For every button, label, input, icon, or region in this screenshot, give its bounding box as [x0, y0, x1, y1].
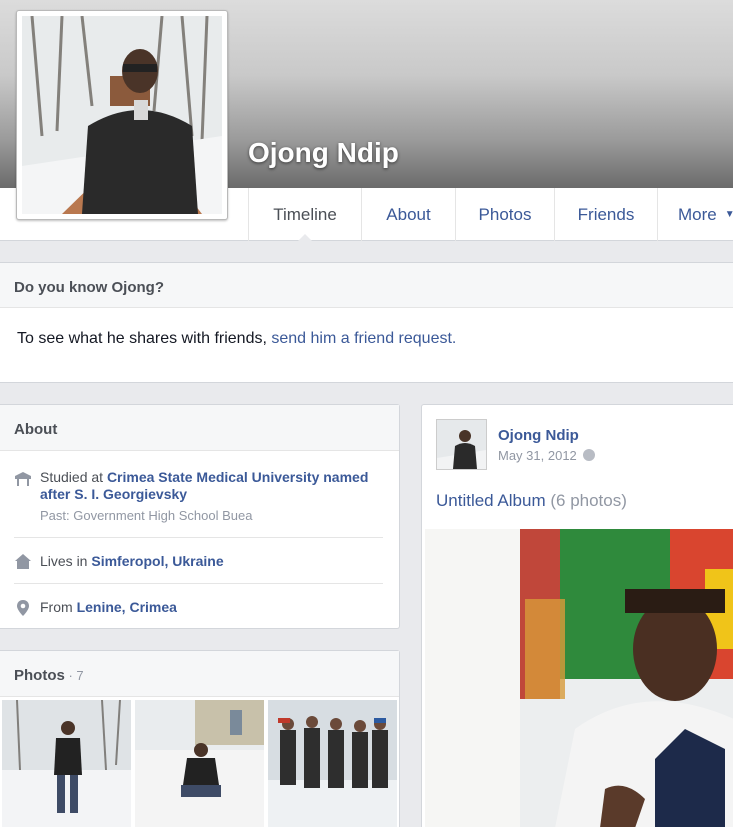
hometown-link[interactable]: Lenine, Crimea	[77, 599, 177, 615]
album-title-line: Untitled Album (6 photos)	[436, 491, 627, 511]
profile-picture-image	[22, 16, 222, 214]
photos-title: Photos	[14, 667, 65, 684]
about-education: Studied at Crimea State Medical Universi…	[14, 451, 383, 538]
photos-card: Photos · 7	[0, 650, 400, 827]
friend-request-prompt: Do you know Ojong? To see what he shares…	[0, 262, 733, 383]
album-photo-count: (6 photos)	[550, 491, 627, 510]
photo-thumbnail[interactable]	[268, 700, 397, 827]
post-author-name[interactable]: Ojong Ndip	[498, 427, 579, 444]
album-photo-image	[425, 529, 733, 827]
profile-name: Ojong Ndip	[248, 137, 399, 168]
tab-more[interactable]: More ▼	[657, 188, 733, 241]
timeline-post: Ojong Ndip May 31, 2012 Untitled Album (…	[421, 404, 733, 827]
post-author-avatar[interactable]	[436, 419, 487, 470]
post-timestamp: May 31, 2012	[498, 448, 595, 463]
photos-count: · 7	[64, 668, 84, 683]
photo-thumbnail-image	[2, 700, 131, 827]
tab-label: About	[386, 204, 431, 224]
avatar-image	[437, 420, 486, 469]
prompt-prefix: To see what he shares with friends,	[17, 330, 272, 347]
about-from: From Lenine, Crimea	[14, 584, 383, 629]
photo-thumbnail-image	[268, 700, 397, 827]
tab-friends[interactable]: Friends	[554, 188, 657, 241]
send-friend-request-link[interactable]: send him a friend request.	[271, 330, 456, 347]
location-pin-icon	[17, 600, 29, 616]
tab-label: Photos	[478, 204, 532, 224]
tab-label: More	[678, 204, 717, 224]
photo-thumbnail[interactable]	[135, 700, 264, 827]
prompt-heading: Do you know Ojong?	[0, 263, 733, 308]
tab-about[interactable]: About	[361, 188, 455, 241]
lives-in-link[interactable]: Simferopol, Ukraine	[91, 553, 223, 569]
education-prefix: Studied at	[40, 469, 107, 485]
tab-photos[interactable]: Photos	[455, 188, 554, 241]
from-prefix: From	[40, 599, 77, 615]
tab-label: Timeline	[273, 204, 337, 224]
tab-timeline[interactable]: Timeline	[248, 188, 361, 242]
about-lives-in: Lives in Simferopol, Ukraine	[14, 538, 383, 584]
chevron-down-icon: ▼	[724, 209, 733, 220]
home-icon	[15, 554, 31, 569]
prompt-text: To see what he shares with friends, send…	[0, 308, 733, 348]
tab-label: Friends	[577, 204, 635, 224]
education-past: Past: Government High School Buea	[40, 508, 253, 523]
about-card: About Studied at Crimea State Medical Un…	[0, 404, 400, 629]
school-icon	[15, 472, 31, 486]
globe-icon[interactable]	[582, 449, 595, 461]
about-heading: About	[0, 405, 399, 451]
profile-picture[interactable]	[16, 10, 228, 220]
photos-heading[interactable]: Photos · 7	[0, 651, 399, 697]
photo-thumbnail-image	[135, 700, 264, 827]
album-cover-photo[interactable]	[425, 529, 733, 827]
photo-thumbnail[interactable]	[2, 700, 131, 827]
album-title-link[interactable]: Untitled Album	[436, 491, 546, 510]
post-date-link[interactable]: May 31, 2012	[498, 448, 577, 463]
lives-prefix: Lives in	[40, 553, 92, 569]
